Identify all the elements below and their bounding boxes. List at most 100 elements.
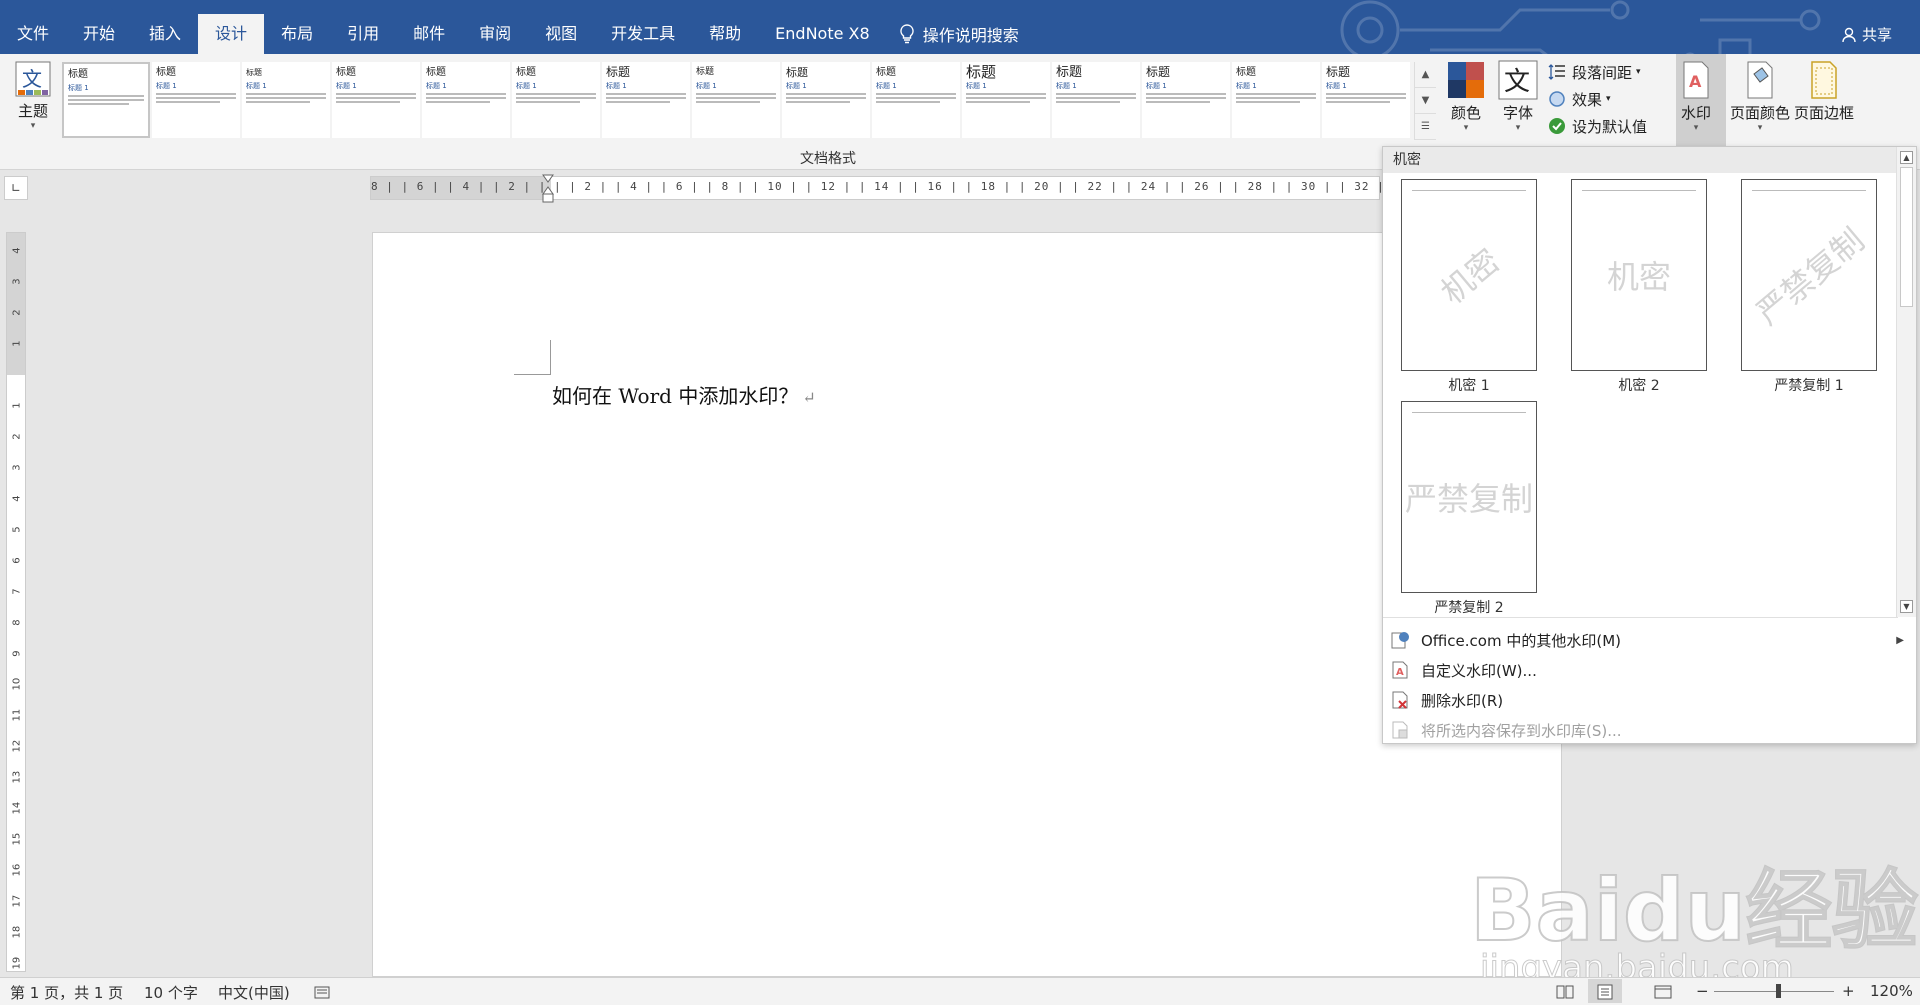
svg-text:A: A <box>1689 72 1702 91</box>
scroll-up-icon[interactable]: ▲ <box>1900 151 1913 164</box>
watermark-option[interactable]: 机密 机密 2 <box>1571 179 1707 395</box>
tab-7[interactable]: 审阅 <box>462 14 528 54</box>
tell-me-search[interactable]: 操作说明搜索 <box>899 22 1019 46</box>
gallery-up-icon[interactable]: ▲ <box>1415 62 1436 88</box>
document-paragraph[interactable]: 如何在 Word 中添加水印？ ↵ <box>552 380 816 409</box>
tab-5[interactable]: 引用 <box>330 14 396 54</box>
tab-9[interactable]: 开发工具 <box>594 14 692 54</box>
watermark-menu-item[interactable]: A 自定义水印(W)... <box>1383 655 1916 685</box>
style-set-thumbnail[interactable]: 标题 标题 1 <box>692 62 780 138</box>
page-color-button[interactable]: 页面颜色 ▾ <box>1730 60 1790 133</box>
word-count[interactable]: 10 个字 <box>144 982 198 1003</box>
thumb-heading: 标题 1 <box>246 82 267 90</box>
thumb-title: 标题 <box>426 67 446 78</box>
scroll-thumb[interactable] <box>1900 167 1913 307</box>
thumb-title: 标题 <box>876 67 896 78</box>
style-set-thumbnail[interactable]: 标题 标题 1 <box>602 62 690 138</box>
thumb-line <box>1146 93 1226 95</box>
tab-0[interactable]: 文件 <box>0 14 66 54</box>
effects-button[interactable]: 效果 ▾ <box>1548 87 1647 111</box>
svg-text:文: 文 <box>22 67 42 91</box>
style-set-thumbnail[interactable]: 标题 标题 1 <box>1142 62 1230 138</box>
fonts-button[interactable]: 文 字体 ▾ <box>1498 60 1538 133</box>
watermark-preview-text: 机密 <box>1606 258 1672 296</box>
tab-1[interactable]: 开始 <box>66 14 132 54</box>
tab-selector[interactable]: ∟ <box>4 176 28 200</box>
read-mode-icon[interactable] <box>1556 984 1574 1000</box>
watermark-option[interactable]: 严禁复制 严禁复制 1 <box>1741 179 1877 395</box>
watermark-option[interactable]: 机密 机密 1 <box>1401 179 1537 395</box>
style-set-thumbnail[interactable]: 标题 标题 1 <box>1232 62 1320 138</box>
tab-8[interactable]: 视图 <box>528 14 594 54</box>
indent-marker-icon[interactable] <box>542 174 554 204</box>
zoom-slider[interactable] <box>1714 991 1834 992</box>
tab-4[interactable]: 布局 <box>264 14 330 54</box>
tab-6[interactable]: 邮件 <box>396 14 462 54</box>
style-set-thumbnail[interactable]: 标题 标题 1 <box>962 62 1050 138</box>
set-as-default-button[interactable]: 设为默认值 <box>1548 114 1647 138</box>
paragraph-spacing-button[interactable]: 段落间距 ▾ <box>1548 60 1647 84</box>
thumb-title: 标题 <box>1326 65 1351 79</box>
share-button[interactable]: 共享 <box>1841 24 1892 45</box>
style-set-thumbnail[interactable]: 标题 标题 1 <box>62 62 150 138</box>
thumb-title: 标题 <box>966 63 997 81</box>
themes-button[interactable]: 文 主题 ▾ <box>14 60 52 131</box>
style-set-thumbnail[interactable]: 标题 标题 1 <box>1052 62 1140 138</box>
horizontal-ruler[interactable]: 8 | | 6 | | 4 | | 2 | | | | 2 | | 4 | | … <box>370 176 1506 200</box>
watermark-preview: 严禁复制 <box>1741 179 1877 371</box>
colors-button[interactable]: 颜色 ▾ <box>1446 60 1486 133</box>
zoom-slider-handle[interactable] <box>1776 984 1781 998</box>
tab-2[interactable]: 插入 <box>132 14 198 54</box>
style-set-thumbnail[interactable]: 标题 标题 1 <box>512 62 600 138</box>
scroll-down-icon[interactable]: ▼ <box>1900 600 1913 613</box>
zoom-in-button[interactable]: + <box>1842 982 1855 1000</box>
vertical-ruler[interactable]: 4 3 2 1 1 2 3 4 5 6 7 8 9 10 11 12 13 14 15 16 17 18 19 <box>6 232 26 972</box>
ruler-tick-label: 16 <box>11 863 23 877</box>
submenu-arrow-icon: ▶ <box>1896 634 1904 646</box>
margin-crop-mark <box>514 340 551 375</box>
watermark-menu-item[interactable]: 删除水印(R) <box>1383 685 1916 715</box>
macro-record-icon[interactable] <box>314 984 330 1000</box>
watermark-option[interactable]: 严禁复制 严禁复制 2 <box>1401 401 1537 617</box>
tab-3[interactable]: 设计 <box>198 14 265 54</box>
style-set-thumbnail[interactable]: 标题 标题 1 <box>152 62 240 138</box>
thumb-line <box>246 101 310 103</box>
thumb-line <box>1236 93 1316 95</box>
lightbulb-icon <box>899 24 914 44</box>
style-set-thumbnail[interactable]: 标题 标题 1 <box>332 62 420 138</box>
style-set-thumbnail[interactable]: 标题 标题 1 <box>872 62 960 138</box>
page-borders-button[interactable]: 页面边框 <box>1794 60 1854 123</box>
zoom-level[interactable]: 120% <box>1870 982 1913 1000</box>
svg-text:文: 文 <box>1504 67 1530 97</box>
web-layout-icon[interactable] <box>1654 984 1672 1000</box>
watermark-scrollbar[interactable]: ▲ ▼ <box>1896 147 1916 617</box>
style-set-thumbnail[interactable]: 标题 标题 1 <box>1322 62 1410 138</box>
thumb-line <box>68 99 144 101</box>
watermark-label: 水印 <box>1680 104 1711 122</box>
thumb-line <box>1146 97 1226 99</box>
gallery-down-icon[interactable]: ▼ <box>1415 88 1436 114</box>
gallery-scrollbar[interactable]: ▲ ▼ ☰ <box>1414 62 1436 140</box>
style-set-thumbnail[interactable]: 标题 标题 1 <box>782 62 870 138</box>
style-set-thumbnail[interactable]: 标题 标题 1 <box>242 62 330 138</box>
thumb-line <box>336 101 400 103</box>
thumb-title: 标题 <box>68 69 88 80</box>
watermark-button[interactable]: A 水印 ▾ <box>1680 60 1712 133</box>
tab-11[interactable]: EndNote X8 <box>758 14 887 54</box>
ruler-tick-label: 3 <box>11 278 23 285</box>
thumb-title: 标题 <box>1146 65 1171 79</box>
gallery-more-icon[interactable]: ☰ <box>1415 114 1436 140</box>
page-count[interactable]: 第 1 页，共 1 页 <box>10 982 123 1003</box>
print-layout-icon[interactable] <box>1596 984 1614 1000</box>
watermark-menu-item[interactable]: Office.com 中的其他水印(M) ▶ <box>1383 625 1916 655</box>
style-set-thumbnail[interactable]: 标题 标题 1 <box>422 62 510 138</box>
ruler-tick-label: 1 <box>11 340 23 347</box>
thumb-line <box>246 93 326 95</box>
fonts-icon: 文 <box>1498 60 1538 100</box>
watermark-caption: 机密 1 <box>1448 378 1490 394</box>
tab-10[interactable]: 帮助 <box>692 14 758 54</box>
thumb-line <box>156 101 220 103</box>
language-indicator[interactable]: 中文(中国) <box>218 982 290 1003</box>
circuit-decoration <box>1340 0 1821 54</box>
zoom-out-button[interactable]: − <box>1696 982 1709 1000</box>
